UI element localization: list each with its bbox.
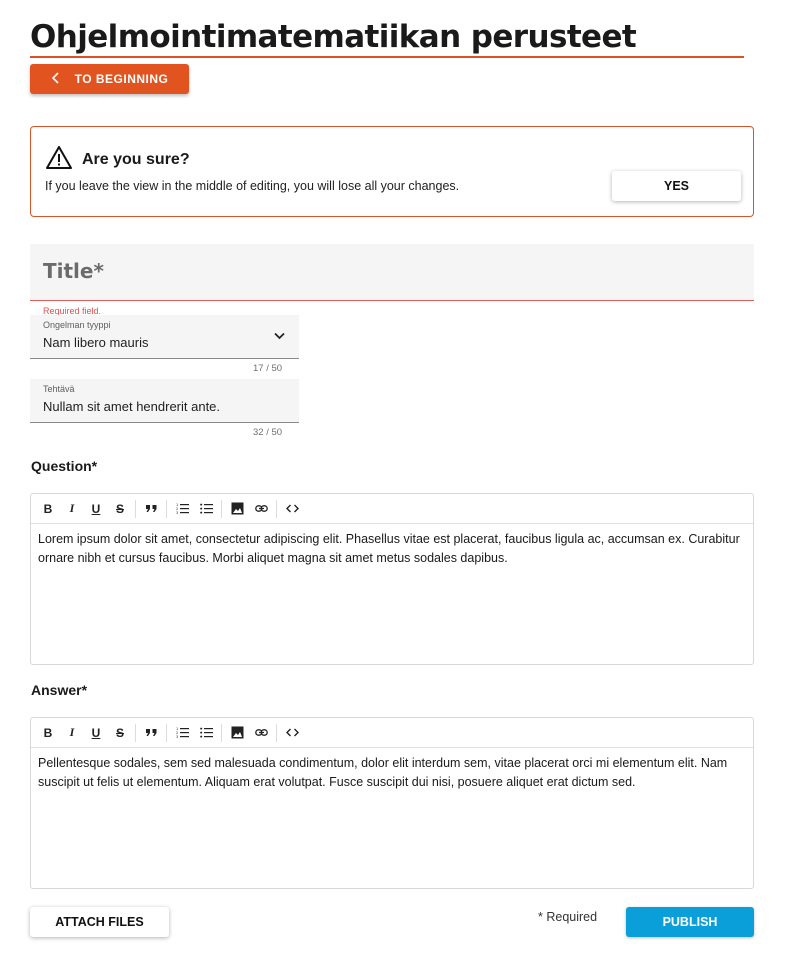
question-toolbar: B I U S 123 <box>31 494 753 524</box>
toolbar-divider <box>135 499 136 518</box>
answer-editor: B I U S 123 Pellentesque sodales, sem se… <box>30 717 754 889</box>
task-label: Tehtävä <box>43 384 75 394</box>
italic-button[interactable]: I <box>60 721 84 745</box>
image-icon <box>231 502 243 515</box>
to-beginning-label: TO BEGINNING <box>74 72 169 86</box>
toolbar-divider <box>221 723 222 742</box>
answer-label: Answer* <box>31 682 88 698</box>
task-counter: 32 / 50 <box>253 427 283 438</box>
warning-message: If you leave the view in the middle of e… <box>45 179 460 193</box>
question-label: Question* <box>31 458 98 474</box>
blockquote-button[interactable] <box>139 497 163 521</box>
task-input[interactable]: Tehtävä Nullam sit amet hendrerit ante. <box>30 379 299 423</box>
strikethrough-button[interactable]: S <box>108 497 132 521</box>
bullet-list-icon <box>199 503 213 514</box>
ordered-list-icon: 123 <box>176 727 189 739</box>
link-icon <box>254 505 268 512</box>
title-input[interactable]: Title* <box>30 244 754 301</box>
insert-link-button[interactable] <box>249 721 273 745</box>
problem-type-counter: 17 / 50 <box>253 363 283 374</box>
code-button[interactable] <box>280 497 304 521</box>
chevron-left-icon <box>51 71 61 87</box>
toolbar-divider <box>276 499 277 518</box>
image-icon <box>231 726 243 739</box>
title-placeholder: Title* <box>43 259 104 283</box>
task-value: Nullam sit amet hendrerit ante. <box>43 399 221 414</box>
code-icon <box>285 504 299 513</box>
ordered-list-button[interactable]: 123 <box>170 721 194 745</box>
underline-button[interactable]: U <box>84 721 108 745</box>
toolbar-divider <box>221 499 222 518</box>
toolbar-divider <box>166 499 167 518</box>
bold-button[interactable]: B <box>36 497 60 521</box>
required-note: * Required <box>538 910 598 924</box>
publish-button[interactable]: PUBLISH <box>626 907 754 937</box>
code-icon <box>285 728 299 737</box>
unsaved-changes-warning: Are you sure? If you leave the view in t… <box>30 126 754 217</box>
svg-text:3: 3 <box>176 511 178 515</box>
link-icon <box>254 729 268 736</box>
question-text-area[interactable]: Lorem ipsum dolor sit amet, consectetur … <box>31 524 753 574</box>
italic-button[interactable]: I <box>60 497 84 521</box>
attach-files-button[interactable]: ATTACH FILES <box>30 907 169 937</box>
warning-triangle-icon <box>45 145 73 175</box>
insert-image-button[interactable] <box>225 721 249 745</box>
strikethrough-button[interactable]: S <box>108 721 132 745</box>
quote-icon <box>145 505 156 512</box>
quote-icon <box>145 729 156 736</box>
problem-type-label: Ongelman tyyppi <box>43 320 111 330</box>
page-title: Ohjelmointimatematiikan perusteet <box>30 18 744 58</box>
svg-text:3: 3 <box>176 735 178 739</box>
bold-button[interactable]: B <box>36 721 60 745</box>
answer-toolbar: B I U S 123 <box>31 718 753 748</box>
warning-title: Are you sure? <box>82 151 190 168</box>
chevron-down-icon <box>274 332 285 340</box>
insert-link-button[interactable] <box>249 497 273 521</box>
bullet-list-button[interactable] <box>194 497 218 521</box>
answer-text-area[interactable]: Pellentesque sodales, sem sed malesuada … <box>31 748 753 798</box>
ordered-list-button[interactable]: 123 <box>170 497 194 521</box>
problem-type-select[interactable]: Ongelman tyyppi Nam libero mauris <box>30 315 299 359</box>
yes-button[interactable]: YES <box>612 171 741 201</box>
ordered-list-icon: 123 <box>176 503 189 515</box>
underline-button[interactable]: U <box>84 497 108 521</box>
bullet-list-icon <box>199 727 213 738</box>
code-button[interactable] <box>280 721 304 745</box>
problem-type-value: Nam libero mauris <box>43 335 149 350</box>
insert-image-button[interactable] <box>225 497 249 521</box>
bullet-list-button[interactable] <box>194 721 218 745</box>
question-editor: B I U S 123 Lorem ipsum dolor sit amet, … <box>30 493 754 665</box>
to-beginning-button[interactable]: TO BEGINNING <box>30 64 189 94</box>
toolbar-divider <box>276 723 277 742</box>
toolbar-divider <box>166 723 167 742</box>
blockquote-button[interactable] <box>139 721 163 745</box>
toolbar-divider <box>135 723 136 742</box>
